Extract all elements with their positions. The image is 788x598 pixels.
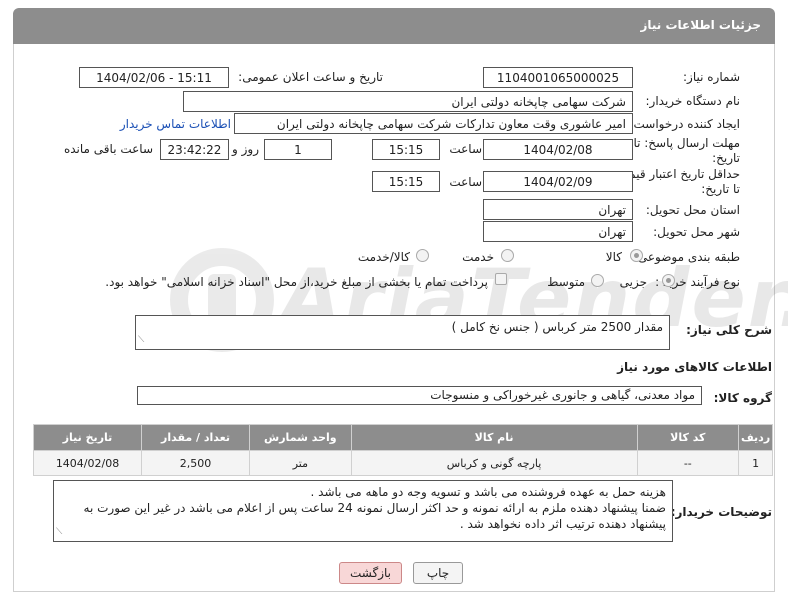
- goods-group-field: مواد معدنی، گیاهی و جانوری غیرخوراکی و م…: [137, 386, 702, 405]
- resize-grip-icon: ⟋: [138, 335, 145, 345]
- reply-deadline-label-2: تاریخ:: [712, 151, 740, 165]
- category-radio-service[interactable]: [501, 249, 514, 262]
- delivery-province-label: استان محل تحویل:: [645, 203, 740, 217]
- col-goods-name: نام کالا: [350, 424, 638, 451]
- buyer-notes-textarea: هزینه حمل به عهده فروشنده می باشد و تسوی…: [53, 480, 673, 542]
- category-option-goods-service: کالا/خدمت: [357, 250, 410, 264]
- summary-label: شرح کلی نیاز:: [686, 323, 772, 337]
- validity-time-label: ساعت: [449, 175, 482, 189]
- category-radio-goods-service[interactable]: [416, 249, 429, 262]
- price-validity-label-2: تا تاریخ:: [701, 182, 740, 196]
- process-option-medium: متوسط: [547, 275, 585, 289]
- remaining-time-label: ساعت باقی مانده: [63, 142, 153, 156]
- delivery-city-field: تهران: [483, 221, 633, 242]
- goods-group-label: گروه کالا:: [713, 391, 772, 405]
- col-row-number: ردیف: [738, 424, 773, 451]
- category-label: طبقه بندی موضوعی:: [633, 250, 740, 264]
- col-need-date: تاریخ نیاز: [32, 424, 143, 451]
- day-and-label: روز و: [232, 142, 259, 156]
- treasury-payment-note: پرداخت تمام یا بخشی از مبلغ خرید،از محل …: [105, 275, 488, 289]
- cell-need-date: 1404/02/08: [32, 450, 143, 476]
- print-button[interactable]: چاپ: [413, 562, 463, 584]
- col-unit: واحد شمارش: [249, 424, 352, 451]
- remaining-time-field: 23:42:22: [160, 139, 229, 160]
- process-radio-medium[interactable]: [591, 274, 604, 287]
- goods-table: ردیف کد کالا نام کالا واحد شمارش تعداد /…: [32, 424, 773, 476]
- requester-label: ایجاد کننده درخواست:: [629, 117, 740, 131]
- buyer-notes-line: هزینه حمل به عهده فروشنده می باشد و تسوی…: [310, 485, 666, 499]
- requester-field: امیر عاشوری وقت معاون تدارکات شرکت سهامی…: [234, 113, 633, 134]
- buyer-org-field: شرکت سهامی چاپخانه دولتی ایران: [183, 91, 633, 112]
- cell-quantity: 2,500: [141, 450, 251, 476]
- table-row: 1 -- پارچه گونی و کرباس متر 2,500 1404/0…: [32, 450, 773, 476]
- need-number-field: 1104001065000025: [483, 67, 633, 88]
- summary-text: مقدار 2500 متر کرباس ( جنس نخ کامل ): [451, 320, 663, 334]
- buyer-notes-label: توضیحات خریدار:: [670, 505, 772, 519]
- buyer-notes-line: پیشنهاد دهنده ترتیب اثر داده نخواهد شد .: [459, 517, 666, 531]
- buyer-notes-line: ضمنا پیشنهاد دهنده ملزم به ارائه نمونه و…: [83, 501, 666, 515]
- process-radio-minor[interactable]: [662, 274, 675, 287]
- reply-date-field: 1404/02/08: [483, 139, 633, 160]
- treasury-payment-checkbox[interactable]: [495, 273, 507, 285]
- validity-time-field: 15:15: [372, 171, 440, 192]
- validity-date-field: 1404/02/09: [483, 171, 633, 192]
- buyer-org-label: نام دستگاه خریدار:: [645, 94, 741, 108]
- cell-goods-code: --: [636, 450, 740, 476]
- announce-datetime-label: تاریخ و ساعت اعلان عمومی:: [238, 70, 383, 84]
- panel-title: جزئیات اطلاعات نیاز: [640, 18, 761, 32]
- back-button[interactable]: بازگشت: [339, 562, 402, 584]
- delivery-province-field: تهران: [483, 199, 633, 220]
- process-option-minor: جزیی: [619, 275, 647, 289]
- delivery-city-label: شهر محل تحویل:: [653, 225, 740, 239]
- day-count-field: 1: [264, 139, 332, 160]
- reply-time-field: 15:15: [372, 139, 440, 160]
- category-radio-goods[interactable]: [630, 249, 643, 262]
- reply-deadline-label-1: مهلت ارسال پاسخ: تا: [633, 136, 740, 150]
- cell-unit: متر: [249, 450, 352, 476]
- category-option-goods: کالا: [605, 250, 622, 264]
- cell-row-number: 1: [738, 450, 773, 476]
- reply-time-label: ساعت: [449, 142, 482, 156]
- summary-textarea: مقدار 2500 متر کرباس ( جنس نخ کامل ) ⟋: [135, 315, 670, 350]
- panel-header: جزئیات اطلاعات نیاز: [13, 8, 775, 44]
- need-number-label: شماره نیاز:: [683, 70, 740, 84]
- cell-goods-name: پارچه گونی و کرباس: [350, 450, 638, 476]
- category-option-service: خدمت: [462, 250, 494, 264]
- goods-table-header: ردیف کد کالا نام کالا واحد شمارش تعداد /…: [32, 424, 773, 451]
- col-quantity: تعداد / مقدار: [141, 424, 251, 451]
- need-details-panel: جزئیات اطلاعات نیاز AriaTender.neT شماره…: [0, 0, 788, 598]
- resize-grip-icon: ⟋: [56, 527, 63, 537]
- goods-info-title: اطلاعات کالاهای مورد نیاز: [617, 360, 772, 374]
- col-goods-code: کد کالا: [636, 424, 740, 451]
- announce-datetime-field: 1404/02/06 - 15:11: [79, 67, 229, 88]
- buyer-contact-link[interactable]: اطلاعات تماس خریدار: [120, 117, 231, 131]
